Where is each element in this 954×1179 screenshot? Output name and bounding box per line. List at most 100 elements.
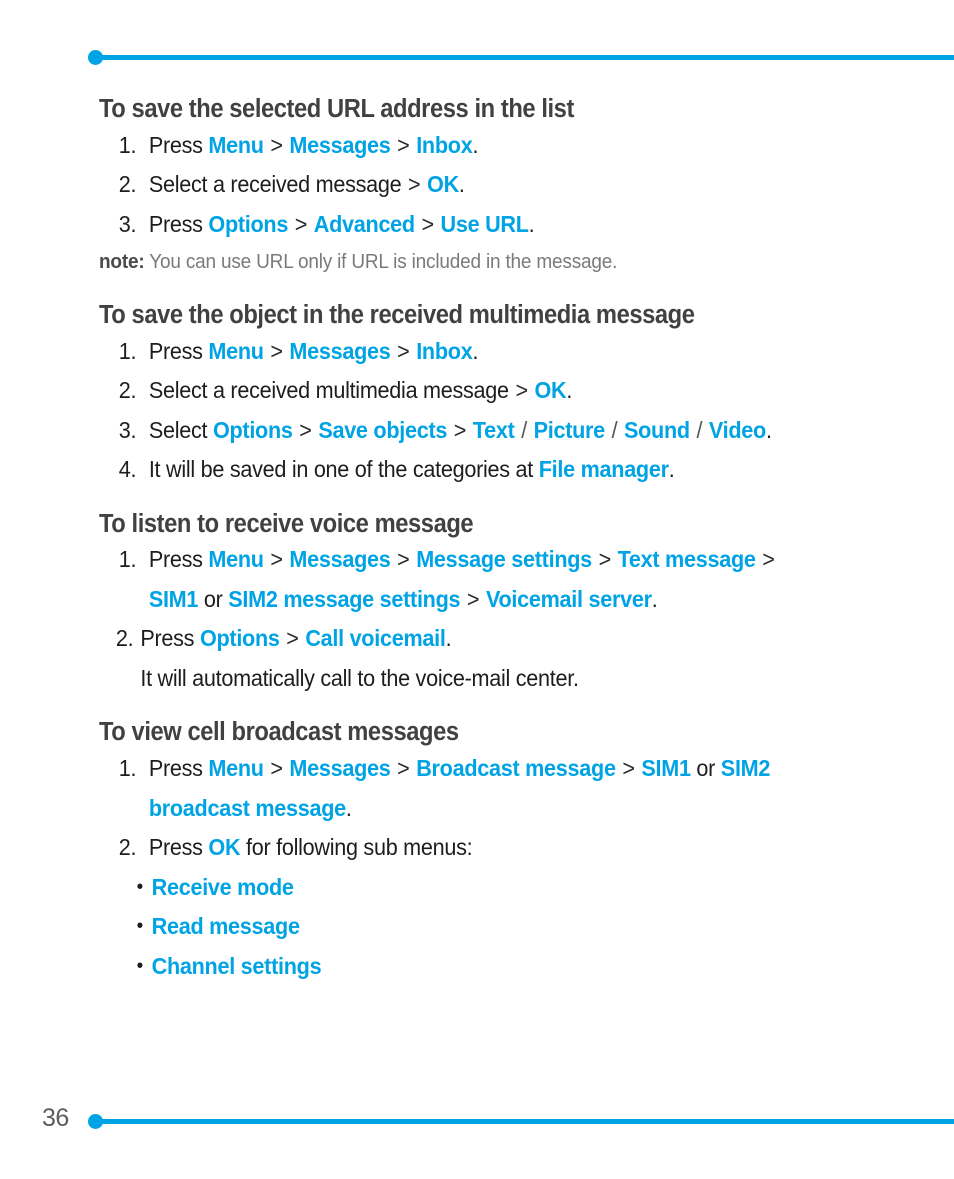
menu-path-term[interactable]: Options xyxy=(208,211,288,237)
menu-path-term[interactable]: Options xyxy=(200,625,280,651)
step-list: 1. Press Menu > Messages > Message settin… xyxy=(99,540,899,698)
note: note: You can use URL only if URL is inc… xyxy=(99,247,859,277)
step-text: > xyxy=(391,546,416,573)
step-text: or xyxy=(690,755,721,781)
section-heading: To save the object in the received multi… xyxy=(99,301,695,330)
step-text: Press xyxy=(148,131,209,158)
step-text: . xyxy=(472,131,479,158)
menu-path-term[interactable]: Messages xyxy=(289,755,390,781)
section: To save the selected URL address in the … xyxy=(99,93,899,277)
note-label: note: xyxy=(99,251,145,274)
step-item: 2. Select a received multimedia message >… xyxy=(99,371,851,411)
step-text: > xyxy=(616,755,641,781)
menu-path-term[interactable]: SIM1 xyxy=(641,755,691,781)
step-text: / xyxy=(690,416,708,443)
menu-path-term[interactable]: Sound xyxy=(624,417,690,443)
footer-rule xyxy=(95,1119,954,1124)
step-item: 1. Press Menu > Messages > Message settin… xyxy=(99,540,851,619)
step-text: Press xyxy=(148,210,209,237)
step-text: > xyxy=(756,546,775,573)
menu-path-term[interactable]: File manager xyxy=(539,456,669,482)
step-text: > xyxy=(415,210,440,237)
section: To view cell broadcast messages 1. Press M… xyxy=(99,716,899,986)
step-number: 3. xyxy=(118,416,137,443)
menu-path-term[interactable]: Messages xyxy=(289,132,390,158)
menu-path-term[interactable]: OK xyxy=(427,171,459,197)
header-rule-dot xyxy=(88,50,103,65)
step-item: 4. It will be saved in one of the categor… xyxy=(99,450,851,490)
section-heading: To view cell broadcast messages xyxy=(99,718,459,747)
step-number: 4. xyxy=(118,456,137,483)
menu-path-term[interactable]: Message settings xyxy=(416,546,592,572)
menu-path-term[interactable]: Messages xyxy=(289,546,390,572)
step-text: . xyxy=(651,585,658,612)
step-text: Press xyxy=(140,625,200,652)
step-text: > xyxy=(391,755,416,781)
header-rule xyxy=(95,55,954,60)
step-number: 2. xyxy=(118,377,137,404)
step-number: 1. xyxy=(118,546,137,573)
menu-path-term[interactable]: Text xyxy=(473,417,515,443)
bullet-label[interactable]: Read message xyxy=(152,913,300,939)
step-text: Press xyxy=(148,755,209,781)
menu-path-term[interactable]: Call voicemail xyxy=(305,625,446,651)
bullet-item[interactable]: • Receive mode xyxy=(99,868,851,908)
menu-path-term[interactable]: Options xyxy=(213,417,293,443)
step-text: Press xyxy=(148,546,209,573)
step-text: Select a received message xyxy=(148,171,408,198)
step-text: Select xyxy=(148,416,213,443)
menu-path-term[interactable]: Messages xyxy=(289,338,390,364)
menu-path-term[interactable]: Menu xyxy=(208,546,264,572)
menu-path-term[interactable]: Use URL xyxy=(441,211,529,237)
step-text: Press xyxy=(148,834,209,860)
menu-path-term[interactable]: OK xyxy=(208,834,240,860)
bullet-item[interactable]: • Read message xyxy=(99,907,851,947)
step-text: > xyxy=(515,377,534,404)
step-text: > xyxy=(448,416,472,443)
bullet-dot-icon: • xyxy=(136,954,144,977)
step-text: for following sub menus: xyxy=(240,834,473,860)
step-text: > xyxy=(592,546,617,573)
step-text: > xyxy=(280,625,305,652)
menu-path-term[interactable]: Menu xyxy=(208,132,264,158)
step-item: 2. Press Options > Call voicemail. It will… xyxy=(99,619,851,698)
menu-path-term[interactable]: Advanced xyxy=(314,211,415,237)
step-text: Select a received multimedia message xyxy=(148,377,515,404)
step-text: . xyxy=(765,416,772,443)
step-text: It will be saved in one of the categorie… xyxy=(148,456,539,483)
step-text: or xyxy=(198,585,229,612)
menu-path-term[interactable]: Text message xyxy=(618,546,756,572)
step-number: 2. xyxy=(115,625,134,652)
step-number: 1. xyxy=(118,131,137,158)
menu-path-term[interactable]: SIM1 xyxy=(149,586,199,612)
step-item: 3. Select Options > Save objects > Text /… xyxy=(99,411,851,451)
step-number: 2. xyxy=(118,171,137,198)
menu-path-term[interactable]: Broadcast message xyxy=(416,755,616,781)
menu-path-term[interactable]: Video xyxy=(709,417,766,443)
bullet-label[interactable]: Channel settings xyxy=(152,953,322,979)
menu-path-term[interactable]: Inbox xyxy=(416,338,473,364)
step-text: It will automatically call to the voice-… xyxy=(140,664,579,691)
step-text: Press xyxy=(148,337,209,364)
menu-path-term[interactable]: Menu xyxy=(208,755,264,781)
step-number: 2. xyxy=(118,834,137,860)
bullet-item[interactable]: • Channel settings xyxy=(99,947,851,987)
menu-path-term[interactable]: Save objects xyxy=(318,417,447,443)
note-text: You can use URL only if URL is included … xyxy=(144,251,618,274)
menu-path-term[interactable]: SIM2 xyxy=(721,755,771,781)
menu-path-term[interactable]: Inbox xyxy=(416,132,473,158)
menu-path-term[interactable]: Picture xyxy=(534,417,606,443)
step-text: . xyxy=(472,337,479,364)
menu-path-term[interactable]: broadcast message xyxy=(149,795,346,821)
bullet-list: • Receive mode • Read message • Channel setti… xyxy=(99,868,899,987)
step-item: 1. Press Menu > Messages > Inbox. xyxy=(99,332,851,372)
menu-path-term[interactable]: Voicemail server xyxy=(486,586,652,612)
section: To listen to receive voice message 1. Pres… xyxy=(99,508,899,699)
step-text: > xyxy=(408,171,427,198)
bullet-label[interactable]: Receive mode xyxy=(152,874,294,900)
menu-path-term[interactable]: SIM2 message settings xyxy=(228,586,460,612)
menu-path-term[interactable]: Menu xyxy=(208,338,264,364)
step-number: 1. xyxy=(118,755,137,781)
menu-path-term[interactable]: OK xyxy=(534,377,566,403)
step-text: > xyxy=(264,755,289,781)
